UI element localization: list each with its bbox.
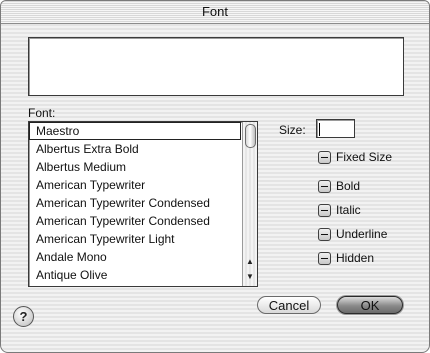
underline-label: Underline xyxy=(336,227,388,241)
hidden-label: Hidden xyxy=(336,251,375,265)
checkbox-mixed-icon xyxy=(318,228,331,241)
font-list[interactable]: Maestro Albertus Extra Bold Albertus Med… xyxy=(28,121,258,287)
font-list-item[interactable]: Maestro xyxy=(29,122,241,140)
font-list-item[interactable]: American Typewriter Condensed xyxy=(29,194,241,212)
font-list-item[interactable]: American Typewriter Condensed xyxy=(29,212,241,230)
font-list-item[interactable]: Albertus Extra Bold xyxy=(29,140,241,158)
scroll-up-arrow-icon[interactable]: ▲ xyxy=(243,255,257,269)
size-label: Size: xyxy=(279,123,306,137)
ok-button[interactable]: OK xyxy=(337,296,403,314)
font-list-item[interactable]: Albertus Medium xyxy=(29,158,241,176)
font-list-label: Font: xyxy=(28,106,56,120)
checkbox-mixed-icon xyxy=(318,204,331,217)
window-title: Font xyxy=(201,4,228,19)
title-bar[interactable]: Font xyxy=(1,1,429,24)
help-button[interactable]: ? xyxy=(13,306,34,327)
font-list-item[interactable]: American Typewriter xyxy=(29,176,241,194)
fixed-size-label: Fixed Size xyxy=(336,150,393,164)
scroll-down-arrow-icon[interactable]: ▼ xyxy=(243,270,257,284)
checkbox-mixed-icon xyxy=(318,252,331,265)
font-list-item[interactable]: Antique Olive xyxy=(29,266,241,284)
font-list-item[interactable]: American Typewriter Light xyxy=(29,230,241,248)
font-dialog: Font Font: Maestro Albertus Extra Bold A… xyxy=(0,0,430,353)
checkbox-mixed-icon xyxy=(318,180,331,193)
text-caret xyxy=(319,123,320,136)
font-list-items: Maestro Albertus Extra Bold Albertus Med… xyxy=(29,122,241,286)
font-list-scrollbar[interactable]: ▲ ▼ xyxy=(242,122,257,286)
font-list-item[interactable]: Andale Mono xyxy=(29,248,241,266)
font-preview-box xyxy=(28,37,404,96)
italic-label: Italic xyxy=(336,203,361,217)
size-input[interactable] xyxy=(316,119,355,138)
checkbox-mixed-icon xyxy=(318,151,331,164)
scrollbar-thumb[interactable] xyxy=(245,124,256,148)
bold-label: Bold xyxy=(336,179,361,193)
cancel-button[interactable]: Cancel xyxy=(257,296,321,314)
